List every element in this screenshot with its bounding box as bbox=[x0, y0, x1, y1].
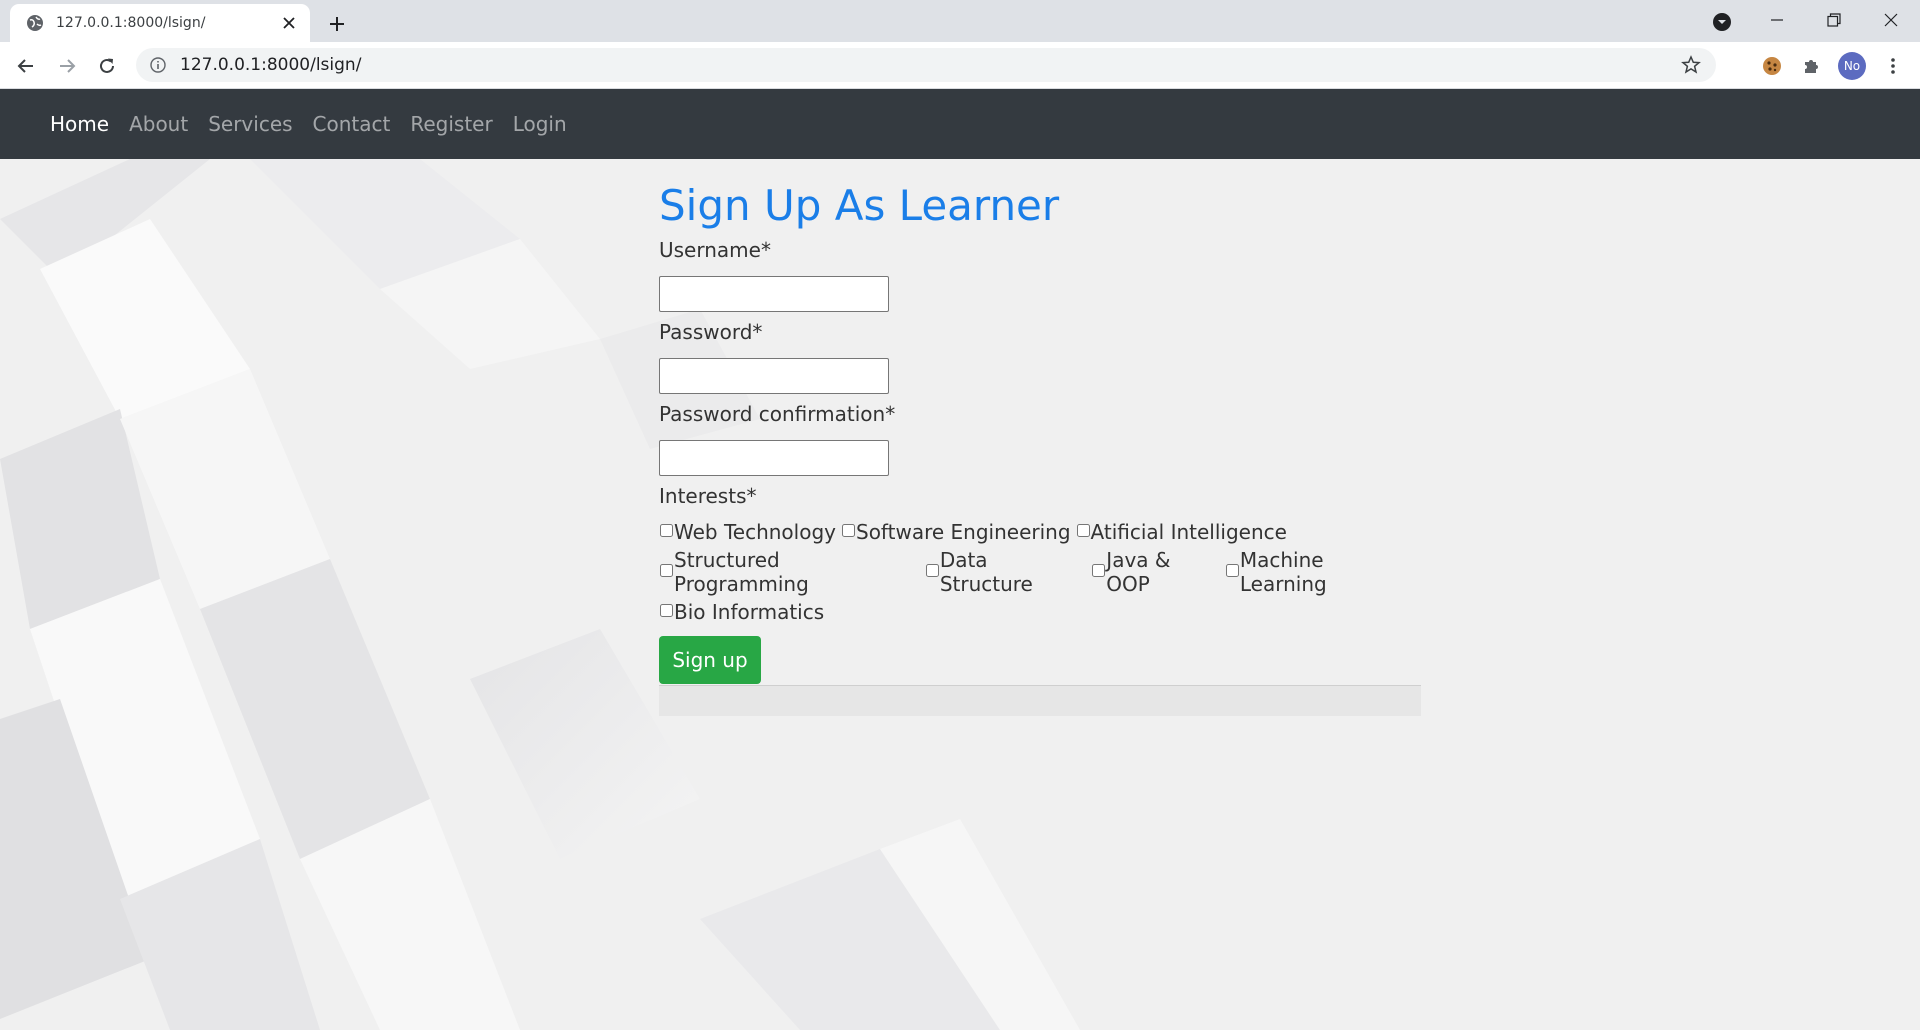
restore-icon bbox=[1827, 13, 1841, 27]
interest-structured-programming[interactable]: Structured Programming bbox=[659, 548, 920, 596]
interests-row: Bio Informatics bbox=[659, 592, 1421, 632]
tab-search-icon bbox=[1713, 13, 1731, 31]
interest-bio-informatics-checkbox[interactable] bbox=[660, 603, 673, 617]
interest-label: Structured Programming bbox=[674, 548, 809, 596]
new-tab-button[interactable] bbox=[323, 10, 351, 38]
password-input[interactable] bbox=[659, 358, 889, 394]
kebab-menu-icon bbox=[1891, 58, 1895, 74]
password-confirmation-input[interactable] bbox=[659, 440, 889, 476]
nav-register[interactable]: Register bbox=[410, 112, 492, 136]
nav-services[interactable]: Services bbox=[208, 112, 292, 136]
browser-menu-button[interactable] bbox=[1879, 52, 1907, 80]
globe-icon bbox=[27, 15, 43, 31]
interests-row: Web Technology Software Engineering Atif… bbox=[659, 512, 1421, 552]
interest-label: Atificial Intelligence bbox=[1090, 520, 1287, 544]
restore-button[interactable] bbox=[1814, 6, 1854, 34]
interests-checkbox-group: Web Technology Software Engineering Atif… bbox=[659, 512, 1421, 632]
cookie-icon bbox=[1763, 57, 1781, 75]
close-window-button[interactable] bbox=[1871, 6, 1911, 34]
interest-java-oop-checkbox[interactable] bbox=[1092, 563, 1106, 577]
bookmark-star-button[interactable] bbox=[1678, 52, 1704, 78]
info-icon[interactable] bbox=[150, 57, 166, 73]
nav-contact[interactable]: Contact bbox=[313, 112, 391, 136]
interest-data-structure-checkbox[interactable] bbox=[925, 563, 939, 577]
plus-icon bbox=[330, 17, 344, 31]
interest-label: Bio Informatics bbox=[674, 600, 825, 624]
interest-bio-informatics[interactable]: Bio Informatics bbox=[659, 600, 824, 624]
extensions-button[interactable] bbox=[1798, 52, 1826, 80]
url-input[interactable] bbox=[180, 55, 1678, 75]
interest-artificial-intelligence-checkbox[interactable] bbox=[1076, 523, 1090, 537]
close-window-icon bbox=[1884, 13, 1898, 27]
reload-icon bbox=[100, 58, 114, 73]
minimize-button[interactable] bbox=[1757, 6, 1797, 34]
reload-button[interactable] bbox=[93, 52, 121, 80]
interest-label: Software Engineering bbox=[856, 520, 1071, 544]
site-navbar: Home About Services Contact Register Log… bbox=[0, 89, 1920, 159]
interest-data-structure[interactable]: Data Structure bbox=[925, 548, 1086, 596]
puzzle-icon bbox=[1805, 60, 1818, 73]
address-bar[interactable] bbox=[136, 48, 1716, 82]
forward-arrow-icon bbox=[60, 59, 76, 73]
page-title: Sign Up As Learner bbox=[659, 181, 1060, 230]
page-viewport: Home About Services Contact Register Log… bbox=[0, 89, 1920, 1030]
star-icon bbox=[1681, 55, 1701, 74]
browser-tab[interactable]: 127.0.0.1:8000/lsign/ bbox=[10, 4, 310, 42]
browser-tabstrip: 127.0.0.1:8000/lsign/ bbox=[0, 0, 1920, 42]
interest-software-engineering[interactable]: Software Engineering bbox=[841, 520, 1071, 544]
cookie-extension-button[interactable] bbox=[1758, 52, 1786, 80]
username-label: Username* bbox=[659, 238, 771, 262]
interest-java-oop[interactable]: Java & OOP bbox=[1091, 548, 1220, 596]
nav-login[interactable]: Login bbox=[513, 112, 567, 136]
form-divider bbox=[659, 685, 1421, 716]
interest-structured-programming-checkbox[interactable] bbox=[660, 563, 673, 577]
forward-button[interactable] bbox=[53, 52, 81, 80]
tab-title: 127.0.0.1:8000/lsign/ bbox=[56, 15, 206, 31]
close-tab-icon[interactable] bbox=[280, 14, 298, 32]
password-confirmation-label: Password confirmation* bbox=[659, 402, 896, 426]
interest-label: Web Technology bbox=[674, 520, 836, 544]
interests-row: Structured Programming Data Structure Ja… bbox=[659, 548, 1421, 596]
interest-machine-learning-checkbox[interactable] bbox=[1225, 563, 1239, 577]
interest-web-technology-checkbox[interactable] bbox=[660, 523, 673, 537]
tab-search-button[interactable] bbox=[1710, 10, 1734, 34]
back-button[interactable] bbox=[12, 52, 40, 80]
minimize-icon bbox=[1771, 19, 1783, 21]
back-arrow-icon bbox=[17, 59, 33, 73]
interest-label: Machine Learning bbox=[1239, 548, 1327, 596]
sign-up-button[interactable]: Sign up bbox=[659, 636, 761, 684]
interests-label: Interests* bbox=[659, 484, 757, 508]
nav-about[interactable]: About bbox=[129, 112, 188, 136]
browser-toolbar: No bbox=[0, 42, 1920, 89]
interest-software-engineering-checkbox[interactable] bbox=[842, 523, 855, 537]
username-input[interactable] bbox=[659, 276, 889, 312]
signup-form: Sign Up As Learner Username* Password* P… bbox=[659, 159, 1421, 716]
password-label: Password* bbox=[659, 320, 763, 344]
interest-label: Java & OOP bbox=[1106, 548, 1171, 596]
interest-label: Data Structure bbox=[939, 548, 1033, 596]
interest-web-technology[interactable]: Web Technology bbox=[659, 520, 836, 544]
interest-artificial-intelligence[interactable]: Atificial Intelligence bbox=[1076, 520, 1287, 544]
nav-home[interactable]: Home bbox=[50, 112, 109, 136]
interest-machine-learning[interactable]: Machine Learning bbox=[1225, 548, 1416, 596]
profile-avatar[interactable]: No bbox=[1838, 52, 1866, 80]
